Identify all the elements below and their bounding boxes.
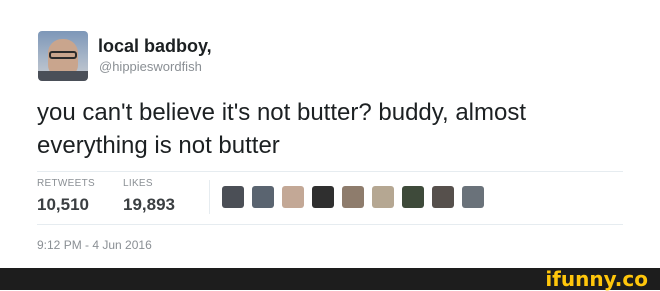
tweet-text: you can't believe it's not butter? buddy… bbox=[37, 99, 526, 159]
tweet-timestamp[interactable]: 9:12 PM - 4 Jun 2016 bbox=[37, 238, 152, 252]
retweets-label: RETWEETS bbox=[37, 178, 95, 189]
liker-avatar[interactable] bbox=[222, 186, 244, 208]
liker-avatar[interactable] bbox=[282, 186, 304, 208]
likers-separator bbox=[209, 180, 210, 214]
liker-avatar[interactable] bbox=[462, 186, 484, 208]
liker-avatar[interactable] bbox=[372, 186, 394, 208]
liker-avatar[interactable] bbox=[312, 186, 334, 208]
divider-top bbox=[37, 171, 623, 172]
likers-avatars bbox=[222, 184, 492, 210]
liker-avatar[interactable] bbox=[432, 186, 454, 208]
tweet-card: local badboy, @hippieswordfish you can't… bbox=[0, 0, 660, 268]
retweets-stat[interactable]: RETWEETS 10,510 bbox=[37, 178, 95, 215]
liker-avatar[interactable] bbox=[402, 186, 424, 208]
ifunny-watermark: ifunny.co bbox=[545, 267, 648, 291]
likes-label: LIKES bbox=[123, 178, 153, 189]
display-name[interactable]: local badboy, bbox=[98, 36, 212, 57]
likes-count: 19,893 bbox=[123, 195, 175, 214]
retweets-count: 10,510 bbox=[37, 195, 89, 214]
user-handle[interactable]: @hippieswordfish bbox=[99, 59, 202, 74]
divider-bottom bbox=[37, 224, 623, 225]
avatar[interactable] bbox=[38, 31, 88, 81]
liker-avatar[interactable] bbox=[252, 186, 274, 208]
avatar-glasses bbox=[49, 51, 77, 59]
liker-avatar[interactable] bbox=[342, 186, 364, 208]
likes-stat[interactable]: LIKES 19,893 bbox=[123, 178, 175, 215]
avatar-shirt bbox=[38, 71, 88, 81]
